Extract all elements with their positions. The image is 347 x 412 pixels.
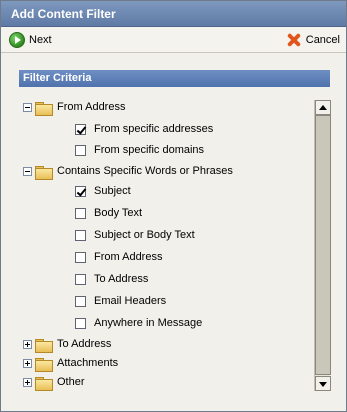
tree-item-email-headers[interactable]: Email Headers [75, 293, 166, 309]
checkbox-to-address[interactable] [75, 273, 86, 285]
checkbox-from-specific-domains[interactable] [75, 144, 86, 156]
tree-item-body-text[interactable]: Body Text [75, 205, 142, 221]
collapse-icon[interactable] [23, 102, 32, 112]
tree-group-label: To Address [57, 338, 112, 350]
tree-group-label: Contains Specific Words or Phrases [57, 165, 233, 177]
tree-item-label: From Address [94, 251, 163, 263]
tree-item-label: Subject [94, 185, 131, 197]
window-title: Add Content Filter [1, 1, 346, 27]
tree-item-label: Email Headers [94, 295, 167, 307]
open-folder-icon [35, 101, 53, 116]
expand-icon[interactable] [23, 358, 32, 368]
scroll-up-arrow-icon[interactable] [315, 100, 331, 115]
tree-group-contains-specific-words[interactable]: Contains Specific Words or Phrases [23, 163, 233, 180]
tree-item-from-address[interactable]: From Address [75, 249, 162, 265]
tree-item-to-address[interactable]: To Address [75, 271, 148, 287]
vertical-scrollbar[interactable] [314, 100, 331, 391]
tree-group-from-address[interactable]: From Address [23, 99, 126, 116]
tree-group-attachments[interactable]: Attachments [23, 355, 119, 372]
folder-icon [35, 376, 53, 391]
checkbox-subject-or-body-text[interactable] [75, 229, 86, 241]
tree-item-label: Body Text [94, 207, 143, 219]
cancel-x-icon [286, 32, 302, 48]
checkbox-body-text[interactable] [75, 207, 86, 219]
tree-item-subject[interactable]: Subject [75, 183, 131, 199]
open-folder-icon [35, 165, 53, 180]
tree-group-label: From Address [57, 101, 126, 113]
checkbox-from-specific-addresses[interactable] [75, 123, 86, 135]
cancel-label: Cancel [305, 34, 340, 46]
checkbox-from-address[interactable] [75, 251, 86, 263]
tree-group-label: Attachments [57, 357, 119, 369]
tree-item-anywhere-in-message[interactable]: Anywhere in Message [75, 315, 202, 331]
folder-icon [35, 357, 53, 372]
scrollbar-thumb[interactable] [315, 115, 331, 375]
tree-item-from-specific-addresses[interactable]: From specific addresses [75, 121, 213, 137]
tree-item-subject-or-body-text[interactable]: Subject or Body Text [75, 227, 195, 243]
tree-group-label: Other [57, 376, 85, 388]
scroll-down-arrow-icon[interactable] [315, 376, 331, 391]
add-content-filter-window: Add Content Filter Next Cancel Filter Cr… [0, 0, 347, 412]
tree-item-from-specific-domains[interactable]: From specific domains [75, 142, 204, 158]
folder-icon [35, 338, 53, 353]
tree-item-label: Subject or Body Text [94, 229, 195, 241]
tree-item-label: From specific addresses [94, 123, 214, 135]
tree-group-to-address[interactable]: To Address [23, 336, 112, 353]
tree-item-label: To Address [94, 273, 149, 285]
filter-criteria-header: Filter Criteria [19, 70, 330, 87]
tree-group-other[interactable]: Other [23, 374, 85, 391]
filter-criteria-tree: From Address From specific addresses Fro… [19, 94, 331, 394]
next-label: Next [29, 34, 52, 46]
next-arrow-icon [9, 32, 25, 48]
expand-icon[interactable] [23, 339, 32, 349]
tree-item-label: From specific domains [94, 144, 205, 156]
checkbox-email-headers[interactable] [75, 295, 86, 307]
toolbar: Next Cancel [1, 27, 346, 53]
checkbox-subject[interactable] [75, 185, 86, 197]
checkbox-anywhere-in-message[interactable] [75, 317, 86, 329]
expand-icon[interactable] [23, 377, 32, 387]
tree-item-label: Anywhere in Message [94, 317, 203, 329]
cancel-button[interactable]: Cancel [286, 31, 340, 49]
next-button[interactable]: Next [9, 31, 52, 49]
collapse-icon[interactable] [23, 166, 32, 176]
